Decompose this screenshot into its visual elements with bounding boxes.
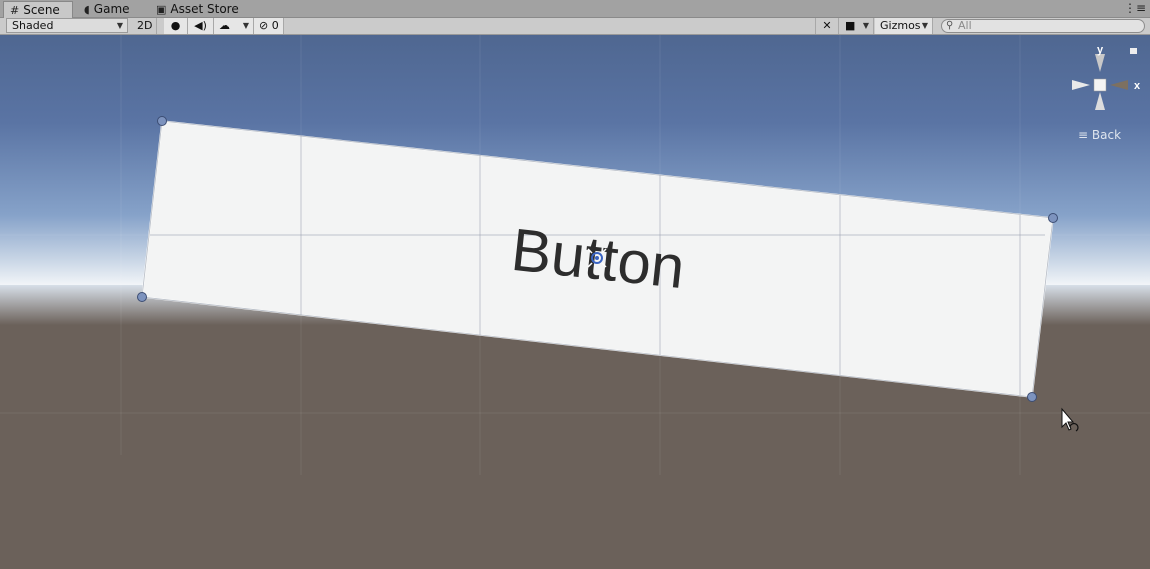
pacman-icon: ◖ xyxy=(84,3,90,16)
2d-label: 2D xyxy=(137,19,153,32)
shading-mode-dropdown[interactable]: Shaded ▼ xyxy=(6,18,128,33)
2d-toggle-button[interactable]: 2D xyxy=(133,18,157,34)
tab-asset-store[interactable]: ▣ Asset Store xyxy=(150,1,250,18)
projection-label: Back xyxy=(1091,128,1122,142)
tab-asset-store-label: Asset Store xyxy=(170,2,239,16)
hidden-objects-toggle[interactable]: ⊘ 0 xyxy=(254,18,284,34)
lighting-toggle-button[interactable]: ● xyxy=(164,18,188,34)
tab-scene[interactable]: # Scene xyxy=(3,1,73,18)
camera-dropdown[interactable]: ■ ▼ xyxy=(840,18,874,34)
tools-button[interactable]: ✕ xyxy=(815,18,839,34)
lock-icon[interactable] xyxy=(1130,48,1137,54)
handle-bottom-right[interactable] xyxy=(1027,392,1037,402)
chevron-down-icon: ▼ xyxy=(116,21,123,30)
gizmo-y-label: y xyxy=(1097,44,1104,56)
tab-game[interactable]: ◖ Game xyxy=(78,1,148,18)
store-bag-icon: ▣ xyxy=(156,3,167,16)
handle-top-left[interactable] xyxy=(157,116,167,126)
scene-search-input[interactable]: ⚲ All xyxy=(941,19,1145,33)
gizmos-label: Gizmos xyxy=(880,19,921,32)
projection-toggle[interactable]: ≡ Back xyxy=(1078,128,1121,142)
tab-scene-label: Scene xyxy=(23,3,60,17)
lightbulb-icon: ● xyxy=(170,19,181,32)
speaker-icon: ◀) xyxy=(194,19,207,32)
shading-mode-value: Shaded xyxy=(12,19,54,32)
effects-dropdown[interactable]: ☁ ▼ xyxy=(214,18,254,34)
chevron-down-icon: ▼ xyxy=(242,21,249,30)
hidden-count: 0 xyxy=(271,19,279,32)
scene-canvas[interactable]: Button y x xyxy=(0,35,1150,569)
camera-icon: ■ xyxy=(845,19,856,32)
grid-icon: # xyxy=(10,4,20,17)
hidden-eye-icon: ⊘ xyxy=(259,19,269,32)
scene-viewport[interactable]: Button y x ≡ Back xyxy=(0,35,1150,569)
search-placeholder: All xyxy=(958,19,972,32)
handle-bottom-left[interactable] xyxy=(137,292,147,302)
scene-toolbar: Shaded ▼ 2D ● ◀) ☁ ▼ ⊘ 0 ✕ ■ ▼ Gizmos ▼ … xyxy=(0,18,1150,35)
gizmos-dropdown[interactable]: Gizmos ▼ xyxy=(875,18,933,34)
effects-icon: ☁ xyxy=(219,19,230,32)
panel-menu-icon[interactable]: ⋮≡ xyxy=(1124,1,1146,15)
tab-game-label: Game xyxy=(93,2,130,16)
search-icon: ⚲ xyxy=(946,20,954,31)
chevron-down-icon: ▼ xyxy=(862,21,869,30)
audio-toggle-button[interactable]: ◀) xyxy=(188,18,214,34)
editor-tab-bar: # Scene ◖ Game ▣ Asset Store ⋮≡ xyxy=(0,0,1150,18)
hamburger-icon: ≡ xyxy=(1078,128,1089,142)
tools-icon: ✕ xyxy=(822,19,832,32)
gizmo-x-label: x xyxy=(1134,80,1141,92)
gizmo-center-cube[interactable] xyxy=(1093,78,1107,92)
chevron-down-icon: ▼ xyxy=(921,21,928,30)
handle-top-right[interactable] xyxy=(1048,213,1058,223)
